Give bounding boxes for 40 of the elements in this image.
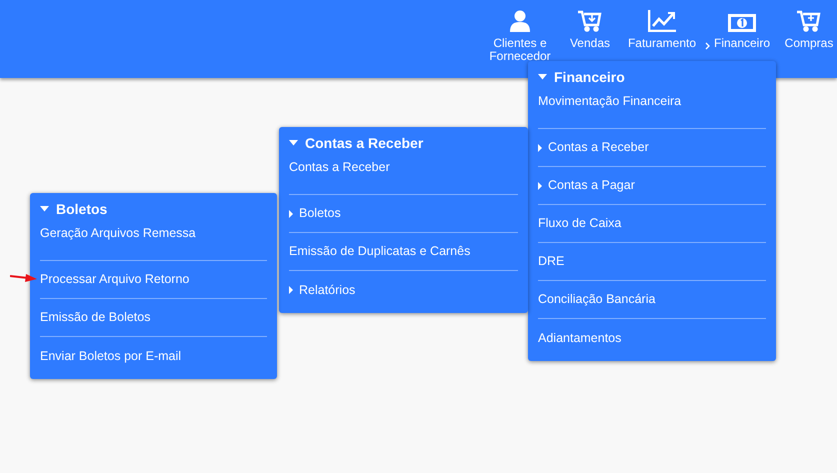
menu-title: Boletos (56, 200, 108, 218)
nav-item[interactable]: Compras (781, 8, 837, 50)
nav-item[interactable]: Clientes e Fornecedor (481, 8, 559, 63)
menu-item[interactable]: Contas a Receber (538, 138, 649, 157)
nav-label: Financeiro (714, 37, 770, 50)
user-icon (510, 10, 530, 32)
caret-icon (538, 74, 547, 80)
menu-item[interactable]: Relatórios (289, 280, 356, 300)
cart-icon (578, 10, 602, 32)
menu-item[interactable]: Emissão de Duplicatas e Carnês (289, 242, 470, 261)
menu-item[interactable]: Conciliação Bancária (538, 290, 656, 309)
nav-label: Vendas (570, 37, 610, 50)
caret-icon (40, 206, 49, 212)
menu-title: Financeiro (554, 68, 625, 86)
menu-item[interactable]: Boletos (289, 204, 341, 223)
menu-item[interactable]: Movimentação Financeira (538, 92, 682, 111)
banknote-icon (728, 14, 756, 32)
menu-item[interactable]: Fluxo de Caixa (538, 214, 622, 233)
nav-label: Faturamento (628, 37, 696, 50)
nav-label: Clientes e Fornecedor (489, 37, 551, 63)
nav-item[interactable]: Financeiro (703, 8, 781, 50)
caret-icon (289, 140, 298, 146)
menu-item[interactable]: Enviar Boletos por E-mail (40, 346, 182, 366)
nav-item[interactable]: Vendas (559, 8, 621, 50)
cart-icon (797, 10, 820, 32)
menu-item[interactable]: Geração Arquivos Remessa (40, 224, 196, 243)
submenu-arrow-icon (289, 286, 293, 294)
line-chart-icon (648, 10, 676, 32)
submenu-arrow-icon (538, 144, 542, 152)
menu-item[interactable]: Adiantamentos (538, 328, 622, 348)
menu-title: Contas a Receber (305, 134, 424, 152)
menu-item[interactable]: Contas a Receber (289, 158, 390, 177)
submenu-arrow-icon (538, 182, 542, 190)
menu-item[interactable]: Emissão de Boletos (40, 308, 150, 327)
nav-label: Compras (784, 37, 834, 50)
nav-item[interactable]: Faturamento (621, 8, 703, 50)
submenu-arrow-icon (289, 210, 293, 218)
menu-item[interactable]: DRE (538, 252, 564, 271)
menu-item[interactable]: Processar Arquivo Retorno (40, 270, 190, 289)
menu-item[interactable]: Contas a Pagar (538, 176, 635, 195)
